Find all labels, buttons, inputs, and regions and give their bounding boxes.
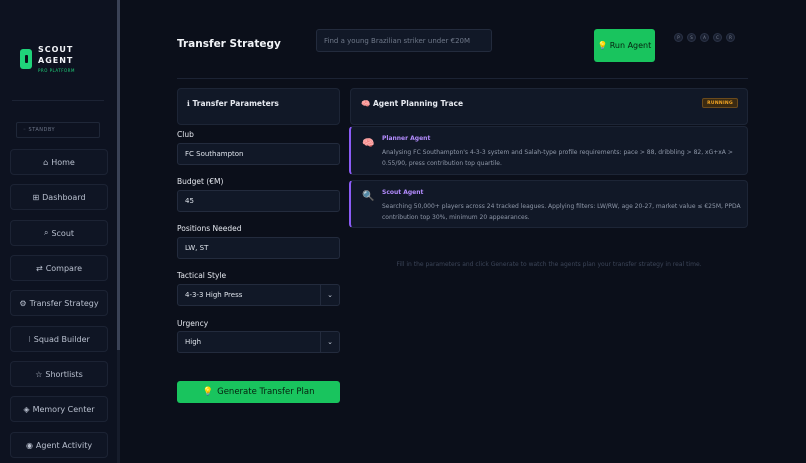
sidebar-item-memory-center[interactable]: ◈ Memory Center bbox=[10, 396, 108, 422]
agent-card-scout: 🔍 Scout Agent Searching 50,000+ players … bbox=[349, 180, 748, 228]
positions-value: LW, ST bbox=[185, 244, 209, 252]
tactical-style-label: Tactical Style bbox=[177, 271, 227, 280]
club-value: FC Southampton bbox=[185, 150, 244, 158]
reporter-indicator: R bbox=[726, 33, 735, 42]
agent-indicators: P S A C R bbox=[674, 33, 735, 42]
sidebar-divider bbox=[12, 100, 104, 101]
empty-state-message: Fill in the parameters and click Generat… bbox=[396, 261, 702, 268]
budget-value: 45 bbox=[185, 197, 194, 205]
search-input[interactable] bbox=[316, 29, 492, 52]
sidebar-item-label: Memory Center bbox=[32, 404, 95, 414]
sidebar-item-label: Dashboard bbox=[42, 192, 86, 202]
sidebar-item-label: Shortlists bbox=[45, 369, 83, 379]
sidebar: SCOUT AGENT PRO PLATFORM ◦ STANDBY ⌂ Hom… bbox=[0, 0, 117, 463]
bulb-icon: 💡 bbox=[597, 40, 608, 50]
brain-icon: 🧠 bbox=[361, 99, 371, 108]
params-panel-title: Transfer Parameters bbox=[192, 99, 279, 108]
positions-label: Positions Needed bbox=[177, 224, 242, 233]
tactical-style-select[interactable]: 4-3-3 High Press ⌄ bbox=[177, 284, 340, 306]
sidebar-item-scout[interactable]: ⌕ Scout bbox=[10, 220, 108, 246]
search-icon: ⌕ bbox=[43, 228, 49, 237]
logo-subtitle: PRO PLATFORM bbox=[38, 68, 75, 73]
sidebar-item-label: Compare bbox=[45, 263, 82, 273]
tactical-style-value: 4-3-3 High Press bbox=[185, 291, 243, 299]
grid-icon: ⊞ bbox=[32, 192, 40, 202]
magnifier-icon: 🔍 bbox=[362, 191, 375, 202]
gear-icon: ⚙ bbox=[19, 298, 27, 308]
logo-title: SCOUT AGENT bbox=[38, 45, 74, 65]
trace-panel-header: 🧠 Agent Planning Trace RUNNING bbox=[350, 88, 748, 125]
sidebar-item-label: Transfer Strategy bbox=[29, 298, 99, 308]
squad-icon: ⁝ bbox=[28, 334, 31, 344]
logo: SCOUT AGENT PRO PLATFORM bbox=[20, 44, 75, 73]
run-agent-label: Run Agent bbox=[609, 40, 652, 50]
chevron-down-icon[interactable]: ⌄ bbox=[320, 285, 339, 305]
sidebar-item-label: Home bbox=[51, 157, 75, 167]
sidebar-item-agent-activity[interactable]: ◉ Agent Activity bbox=[10, 432, 108, 458]
urgency-select[interactable]: High ⌄ bbox=[177, 331, 340, 353]
critic-indicator: C bbox=[713, 33, 722, 42]
sidebar-item-shortlists[interactable]: ☆ Shortlists bbox=[10, 361, 108, 387]
scout-indicator: S bbox=[687, 33, 696, 42]
sidebar-item-compare[interactable]: ⇄ Compare bbox=[10, 255, 108, 281]
trace-panel-title: 🧠 Agent Planning Trace bbox=[361, 99, 464, 108]
sidebar-scrollbar[interactable] bbox=[117, 0, 120, 350]
agent-message: Analysing FC Southampton's 4-3-3 system … bbox=[382, 149, 733, 167]
agent-message: Searching 50,000+ players across 24 trac… bbox=[382, 203, 741, 221]
status-badge: RUNNING bbox=[702, 98, 738, 108]
agent-name: Scout Agent bbox=[382, 189, 424, 196]
status-badge: ◦ STANDBY bbox=[16, 122, 100, 138]
sidebar-item-label: Agent Activity bbox=[35, 440, 93, 450]
positions-field[interactable]: LW, ST bbox=[177, 237, 340, 259]
planner-indicator: P bbox=[674, 33, 683, 42]
home-icon: ⌂ bbox=[43, 157, 49, 167]
run-agent-button[interactable]: 💡 Run Agent bbox=[594, 29, 655, 62]
sidebar-item-transfer-strategy[interactable]: ⚙ Transfer Strategy bbox=[10, 290, 108, 316]
budget-field[interactable]: 45 bbox=[177, 190, 340, 212]
club-field[interactable]: FC Southampton bbox=[177, 143, 340, 165]
analyst-indicator: A bbox=[700, 33, 709, 42]
activity-icon: ◉ bbox=[25, 440, 33, 450]
info-icon: ℹ bbox=[187, 99, 190, 108]
urgency-label: Urgency bbox=[177, 319, 209, 328]
agent-name: Planner Agent bbox=[382, 135, 431, 142]
sidebar-item-dashboard[interactable]: ⊞ Dashboard bbox=[10, 184, 108, 210]
generate-plan-label: Generate Transfer Plan bbox=[217, 387, 315, 397]
sidebar-item-label: Squad Builder bbox=[33, 334, 90, 344]
urgency-value: High bbox=[185, 338, 202, 346]
memory-icon: ◈ bbox=[23, 404, 30, 414]
brain-icon: 🧠 bbox=[362, 138, 375, 149]
sidebar-item-home[interactable]: ⌂ Home bbox=[10, 149, 108, 175]
club-label: Club bbox=[177, 130, 194, 139]
sidebar-item-squad-builder[interactable]: ⁝ Squad Builder bbox=[10, 326, 108, 352]
header-divider bbox=[177, 78, 748, 79]
params-panel-header: ℹ Transfer Parameters bbox=[177, 88, 340, 125]
star-icon: ☆ bbox=[35, 369, 43, 379]
logo-icon bbox=[20, 48, 32, 69]
generate-plan-button[interactable]: 💡 Generate Transfer Plan bbox=[177, 381, 340, 403]
bulb-icon: 💡 bbox=[202, 387, 214, 397]
agent-card-planner: 🧠 Planner Agent Analysing FC Southampton… bbox=[349, 126, 748, 175]
swap-icon: ⇄ bbox=[36, 263, 43, 273]
sidebar-item-label: Scout bbox=[51, 228, 75, 238]
chevron-down-icon[interactable]: ⌄ bbox=[320, 332, 339, 352]
page-title: Transfer Strategy bbox=[177, 38, 281, 50]
budget-label: Budget (€M) bbox=[177, 177, 224, 186]
